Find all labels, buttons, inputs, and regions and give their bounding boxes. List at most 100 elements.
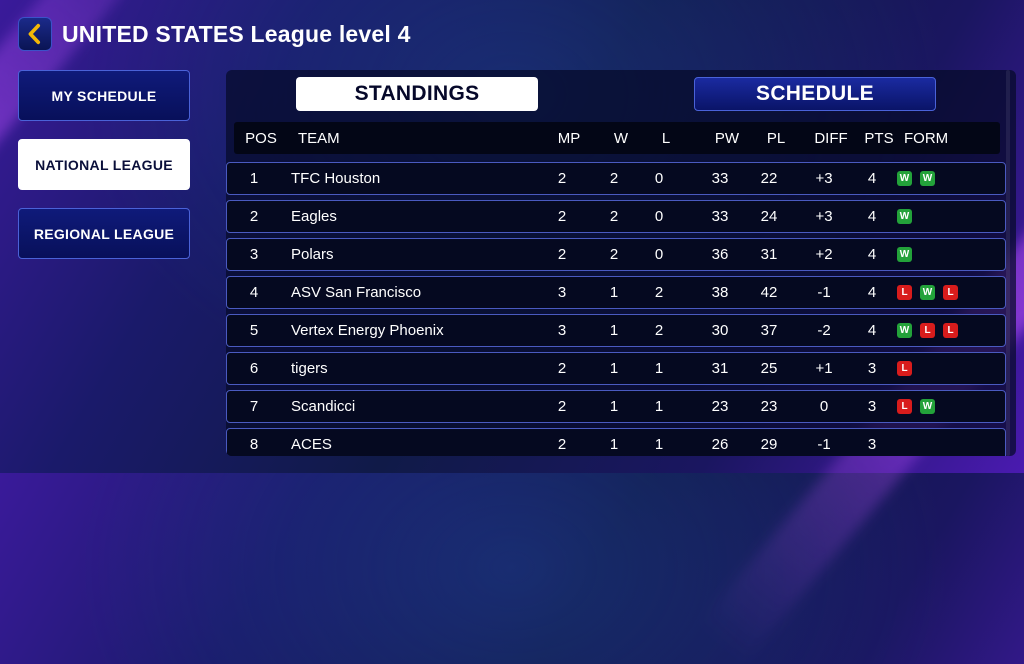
- cell-pts: 4: [867, 208, 877, 225]
- cell-form: [897, 429, 1007, 456]
- cell-w: 2: [609, 246, 619, 263]
- cell-pos: 5: [249, 322, 259, 339]
- sidebar-item-label: MY SCHEDULE: [51, 87, 157, 104]
- cell-pw: 33: [711, 170, 729, 187]
- cell-mp: 2: [557, 246, 567, 263]
- cell-w: 1: [609, 284, 619, 301]
- cell-diff: +3: [815, 170, 833, 187]
- scrollbar[interactable]: [1006, 70, 1010, 456]
- cell-mp: 3: [557, 284, 567, 301]
- cell-w: 1: [609, 322, 619, 339]
- cell-mp: 2: [557, 208, 567, 225]
- sidebar-item-regional-league[interactable]: REGIONAL LEAGUE: [18, 208, 190, 259]
- table-row[interactable]: 5 Vertex Energy Phoenix 3 1 2 30 37 -2 4 W L L: [226, 314, 1006, 347]
- cell-diff: 0: [819, 398, 829, 415]
- cell-team: tigers: [291, 360, 328, 377]
- cell-pts: 3: [867, 398, 877, 415]
- table-row[interactable]: 6 tigers 2 1 1 31 25 +1 3 L: [226, 352, 1006, 385]
- cell-pl: 25: [760, 360, 778, 377]
- cell-pos: 4: [249, 284, 259, 301]
- cell-diff: +1: [815, 360, 833, 377]
- table-row[interactable]: 1 TFC Houston 2 2 0 33 22 +3 4 W W: [226, 162, 1006, 195]
- loss-badge: L: [943, 285, 958, 300]
- cell-pl: 37: [760, 322, 778, 339]
- column-header-pl: PL: [766, 129, 786, 147]
- win-badge: W: [897, 247, 912, 262]
- table-row[interactable]: 8 ACES 2 1 1 26 29 -1 3: [226, 428, 1006, 456]
- cell-l: 0: [654, 246, 664, 263]
- cell-pos: 7: [249, 398, 259, 415]
- cell-team: Vertex Energy Phoenix: [291, 322, 444, 339]
- standings-list[interactable]: 1 TFC Houston 2 2 0 33 22 +3 4 W W 2 Eagles 2 2 0 33 24 +3…: [226, 162, 1016, 456]
- cell-diff: -1: [817, 284, 831, 301]
- tab-standings[interactable]: STANDINGS: [296, 77, 538, 111]
- cell-pl: 29: [760, 436, 778, 453]
- cell-pts: 3: [867, 360, 877, 377]
- page-title: UNITED STATES League level 4: [62, 20, 411, 47]
- table-row[interactable]: 2 Eagles 2 2 0 33 24 +3 4 W: [226, 200, 1006, 233]
- cell-pl: 42: [760, 284, 778, 301]
- win-badge: W: [897, 209, 912, 224]
- sidebar-item-my-schedule[interactable]: MY SCHEDULE: [18, 70, 190, 121]
- cell-pw: 36: [711, 246, 729, 263]
- cell-pl: 24: [760, 208, 778, 225]
- cell-pl: 22: [760, 170, 778, 187]
- win-badge: W: [897, 171, 912, 186]
- cell-pos: 3: [249, 246, 259, 263]
- tab-label: SCHEDULE: [756, 82, 874, 105]
- table-row[interactable]: 4 ASV San Francisco 3 1 2 38 42 -1 4 L W L: [226, 276, 1006, 309]
- column-header-l: L: [661, 129, 671, 147]
- column-header-mp: MP: [557, 129, 581, 147]
- cell-w: 1: [609, 398, 619, 415]
- cell-team: Polars: [291, 246, 334, 263]
- column-header-w: W: [613, 129, 629, 147]
- cell-pts: 4: [867, 322, 877, 339]
- cell-pos: 8: [249, 436, 259, 453]
- cell-l: 1: [654, 360, 664, 377]
- cell-l: 0: [654, 170, 664, 187]
- sidebar-item-national-league[interactable]: NATIONAL LEAGUE: [18, 139, 190, 190]
- cell-l: 1: [654, 398, 664, 415]
- cell-l: 0: [654, 208, 664, 225]
- table-row[interactable]: 7 Scandicci 2 1 1 23 23 0 3 L W: [226, 390, 1006, 423]
- cell-pw: 26: [711, 436, 729, 453]
- win-badge: W: [920, 399, 935, 414]
- cell-mp: 2: [557, 170, 567, 187]
- cell-team: ASV San Francisco: [291, 284, 422, 301]
- column-header-pos: POS: [245, 129, 277, 147]
- cell-diff: +3: [815, 208, 833, 225]
- cell-pts: 4: [867, 170, 877, 187]
- table-row[interactable]: 3 Polars 2 2 0 36 31 +2 4 W: [226, 238, 1006, 271]
- cell-diff: +2: [815, 246, 833, 263]
- cell-diff: -1: [817, 436, 831, 453]
- cell-team: ACES: [291, 436, 332, 453]
- cell-pw: 33: [711, 208, 729, 225]
- cell-form: W: [897, 239, 1007, 270]
- cell-pos: 1: [249, 170, 259, 187]
- standings-panel: STANDINGS SCHEDULE POS TEAM MP W L PW PL…: [226, 70, 1016, 456]
- loss-badge: L: [897, 361, 912, 376]
- cell-mp: 2: [557, 436, 567, 453]
- cell-form: L: [897, 353, 1007, 384]
- cell-mp: 3: [557, 322, 567, 339]
- cell-pl: 23: [760, 398, 778, 415]
- column-header-pts: PTS: [864, 129, 894, 147]
- cell-pw: 38: [711, 284, 729, 301]
- cell-w: 2: [609, 208, 619, 225]
- back-button[interactable]: [18, 17, 52, 51]
- cell-form: W: [897, 201, 1007, 232]
- tab-schedule[interactable]: SCHEDULE: [694, 77, 936, 111]
- cell-form: LWL: [897, 277, 1007, 308]
- cell-form: WLL: [897, 315, 1007, 346]
- cell-pw: 31: [711, 360, 729, 377]
- cell-mp: 2: [557, 398, 567, 415]
- cell-form: WW: [897, 163, 1007, 194]
- win-badge: W: [920, 171, 935, 186]
- loss-badge: L: [943, 323, 958, 338]
- loss-badge: L: [897, 285, 912, 300]
- table-header: POS TEAM MP W L PW PL DIFF PTS FORM: [234, 122, 1000, 154]
- cell-w: 1: [609, 360, 619, 377]
- cell-pw: 30: [711, 322, 729, 339]
- sidebar-item-label: NATIONAL LEAGUE: [35, 156, 173, 173]
- cell-l: 1: [654, 436, 664, 453]
